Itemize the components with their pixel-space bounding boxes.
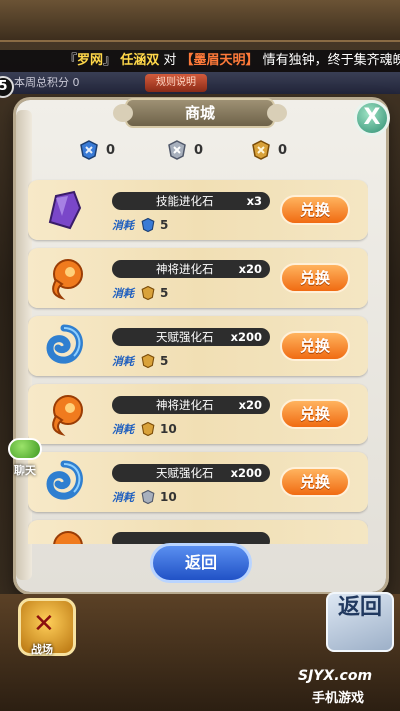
back-button[interactable]: 返回 <box>150 543 252 583</box>
broadcast-ticker: 『罗网』 任涵双 对 【墨眉天明】 情有独钟，终于集齐魂魄 <box>0 50 400 72</box>
crossed-swords-icon: ✕ <box>33 609 55 639</box>
item-quantity: x20 <box>238 262 262 276</box>
currency-blue: 0 <box>78 138 115 162</box>
item-quantity: x3 <box>246 194 262 208</box>
item-quantity: x200 <box>230 466 262 480</box>
item-name: 神将进化石 <box>156 262 214 276</box>
item-name-bar: 天赋强化石 x200 <box>112 464 270 482</box>
orange-magatama-icon <box>53 531 83 544</box>
cost-value: 10 <box>160 490 177 504</box>
silver-badge-icon <box>168 140 186 160</box>
exchange-button[interactable]: 兑换 <box>280 467 350 497</box>
cost-value: 5 <box>160 218 169 232</box>
shop-item <box>28 520 368 544</box>
item-cost: 消耗 5 <box>112 352 168 370</box>
shop-item: 神将进化石 x20 消耗 5 兑换 <box>28 248 368 308</box>
watermark-line1: SJYX.com <box>298 668 373 684</box>
item-name-bar: 神将进化石 x20 <box>112 396 270 414</box>
shop-item-list[interactable]: 技能进化石 x3 消耗 5 兑换 神将进化石 x20 消耗 5 兑换 天赋强化石 x200… <box>28 172 368 544</box>
currency-silver-value: 0 <box>194 142 204 158</box>
currency-row: 0 0 0 <box>78 138 328 162</box>
ticker-guild: 罗网 <box>77 53 104 68</box>
cost-value: 5 <box>160 354 169 368</box>
battlefield-label: 战场 <box>31 643 53 656</box>
cost-value: 10 <box>160 422 177 436</box>
item-name: 神将进化石 <box>156 398 214 412</box>
cost-label: 消耗 <box>112 491 134 504</box>
blue-swirl-icon <box>46 324 83 364</box>
item-cost: 消耗 10 <box>112 488 177 506</box>
gold-badge-icon <box>141 353 155 369</box>
chat-label: 聊天 <box>14 464 36 477</box>
item-cost: 消耗 5 <box>112 216 168 234</box>
gold-badge-icon <box>252 140 270 160</box>
cost-label: 消耗 <box>112 219 134 232</box>
return-corner-button[interactable]: 返回 <box>326 592 394 652</box>
blue-badge-icon <box>141 217 155 233</box>
weekly-score: 本周总积分 0 <box>14 76 80 89</box>
item-name-bar: 技能进化石 x3 <box>112 192 270 210</box>
gold-badge-icon <box>141 421 155 437</box>
ticker-message: 情有独钟，终于集齐魂魄 <box>262 53 400 68</box>
item-name-bar: 天赋强化石 x200 <box>112 328 270 346</box>
currency-silver: 0 <box>166 138 203 162</box>
silver-badge-icon <box>141 489 155 505</box>
purple-crystal-icon <box>48 190 82 230</box>
item-name: 天赋强化石 <box>156 330 214 344</box>
item-cost: 消耗 5 <box>112 284 168 302</box>
currency-blue-value: 0 <box>106 142 116 158</box>
currency-gold-value: 0 <box>278 142 288 158</box>
ticker-prefix: 『 <box>64 53 78 68</box>
exchange-button[interactable]: 兑换 <box>280 195 350 225</box>
item-name: 天赋强化石 <box>156 466 214 480</box>
site-watermark: SJYX.com 手机游戏 <box>298 668 398 708</box>
close-button[interactable]: X <box>354 100 390 136</box>
blue-swirl-icon <box>46 460 83 500</box>
score-bar: 本周总积分 0 规则说明 <box>0 72 400 94</box>
item-quantity: x20 <box>238 398 262 412</box>
ticker-hero: 【墨眉天明】 <box>180 53 259 68</box>
close-icon: X <box>363 105 381 130</box>
cost-value: 5 <box>160 286 169 300</box>
shop-title: 商城 <box>113 98 287 128</box>
orange-magatama-icon <box>52 395 83 437</box>
item-quantity: x200 <box>230 330 262 344</box>
item-cost: 消耗 10 <box>112 420 177 438</box>
blue-badge-icon <box>80 140 98 160</box>
cost-label: 消耗 <box>112 355 134 368</box>
ticker-suffix: 』 <box>103 53 117 68</box>
shop-item: 神将进化石 x20 消耗 10 兑换 <box>28 384 368 444</box>
item-name: 技能进化石 <box>156 194 214 208</box>
shop-item: 技能进化石 x3 消耗 5 兑换 <box>28 180 368 240</box>
shop-item: 天赋强化石 x200 消耗 10 兑换 <box>28 452 368 512</box>
watermark-line2: 手机游戏 <box>312 691 365 706</box>
exchange-button[interactable]: 兑换 <box>280 263 350 293</box>
item-name-bar: 神将进化石 x20 <box>112 260 270 278</box>
chat-bubble-icon <box>8 438 42 460</box>
ticker-player: 任涵双 <box>120 53 160 68</box>
currency-gold: 0 <box>250 138 287 162</box>
cost-label: 消耗 <box>112 423 134 436</box>
chat-button[interactable]: 聊天 <box>4 438 46 477</box>
ticker-verb: 对 <box>163 53 177 68</box>
shop-item: 天赋强化石 x200 消耗 5 兑换 <box>28 316 368 376</box>
orange-magatama-icon <box>52 259 83 301</box>
battlefield-button[interactable]: ✕ 战场 <box>18 598 76 656</box>
exchange-button[interactable]: 兑换 <box>280 331 350 361</box>
gold-badge-icon <box>141 285 155 301</box>
cost-label: 消耗 <box>112 287 134 300</box>
exchange-button[interactable]: 兑换 <box>280 399 350 429</box>
top-wood-border <box>0 0 400 42</box>
rules-button[interactable]: 规则说明 <box>145 74 207 92</box>
